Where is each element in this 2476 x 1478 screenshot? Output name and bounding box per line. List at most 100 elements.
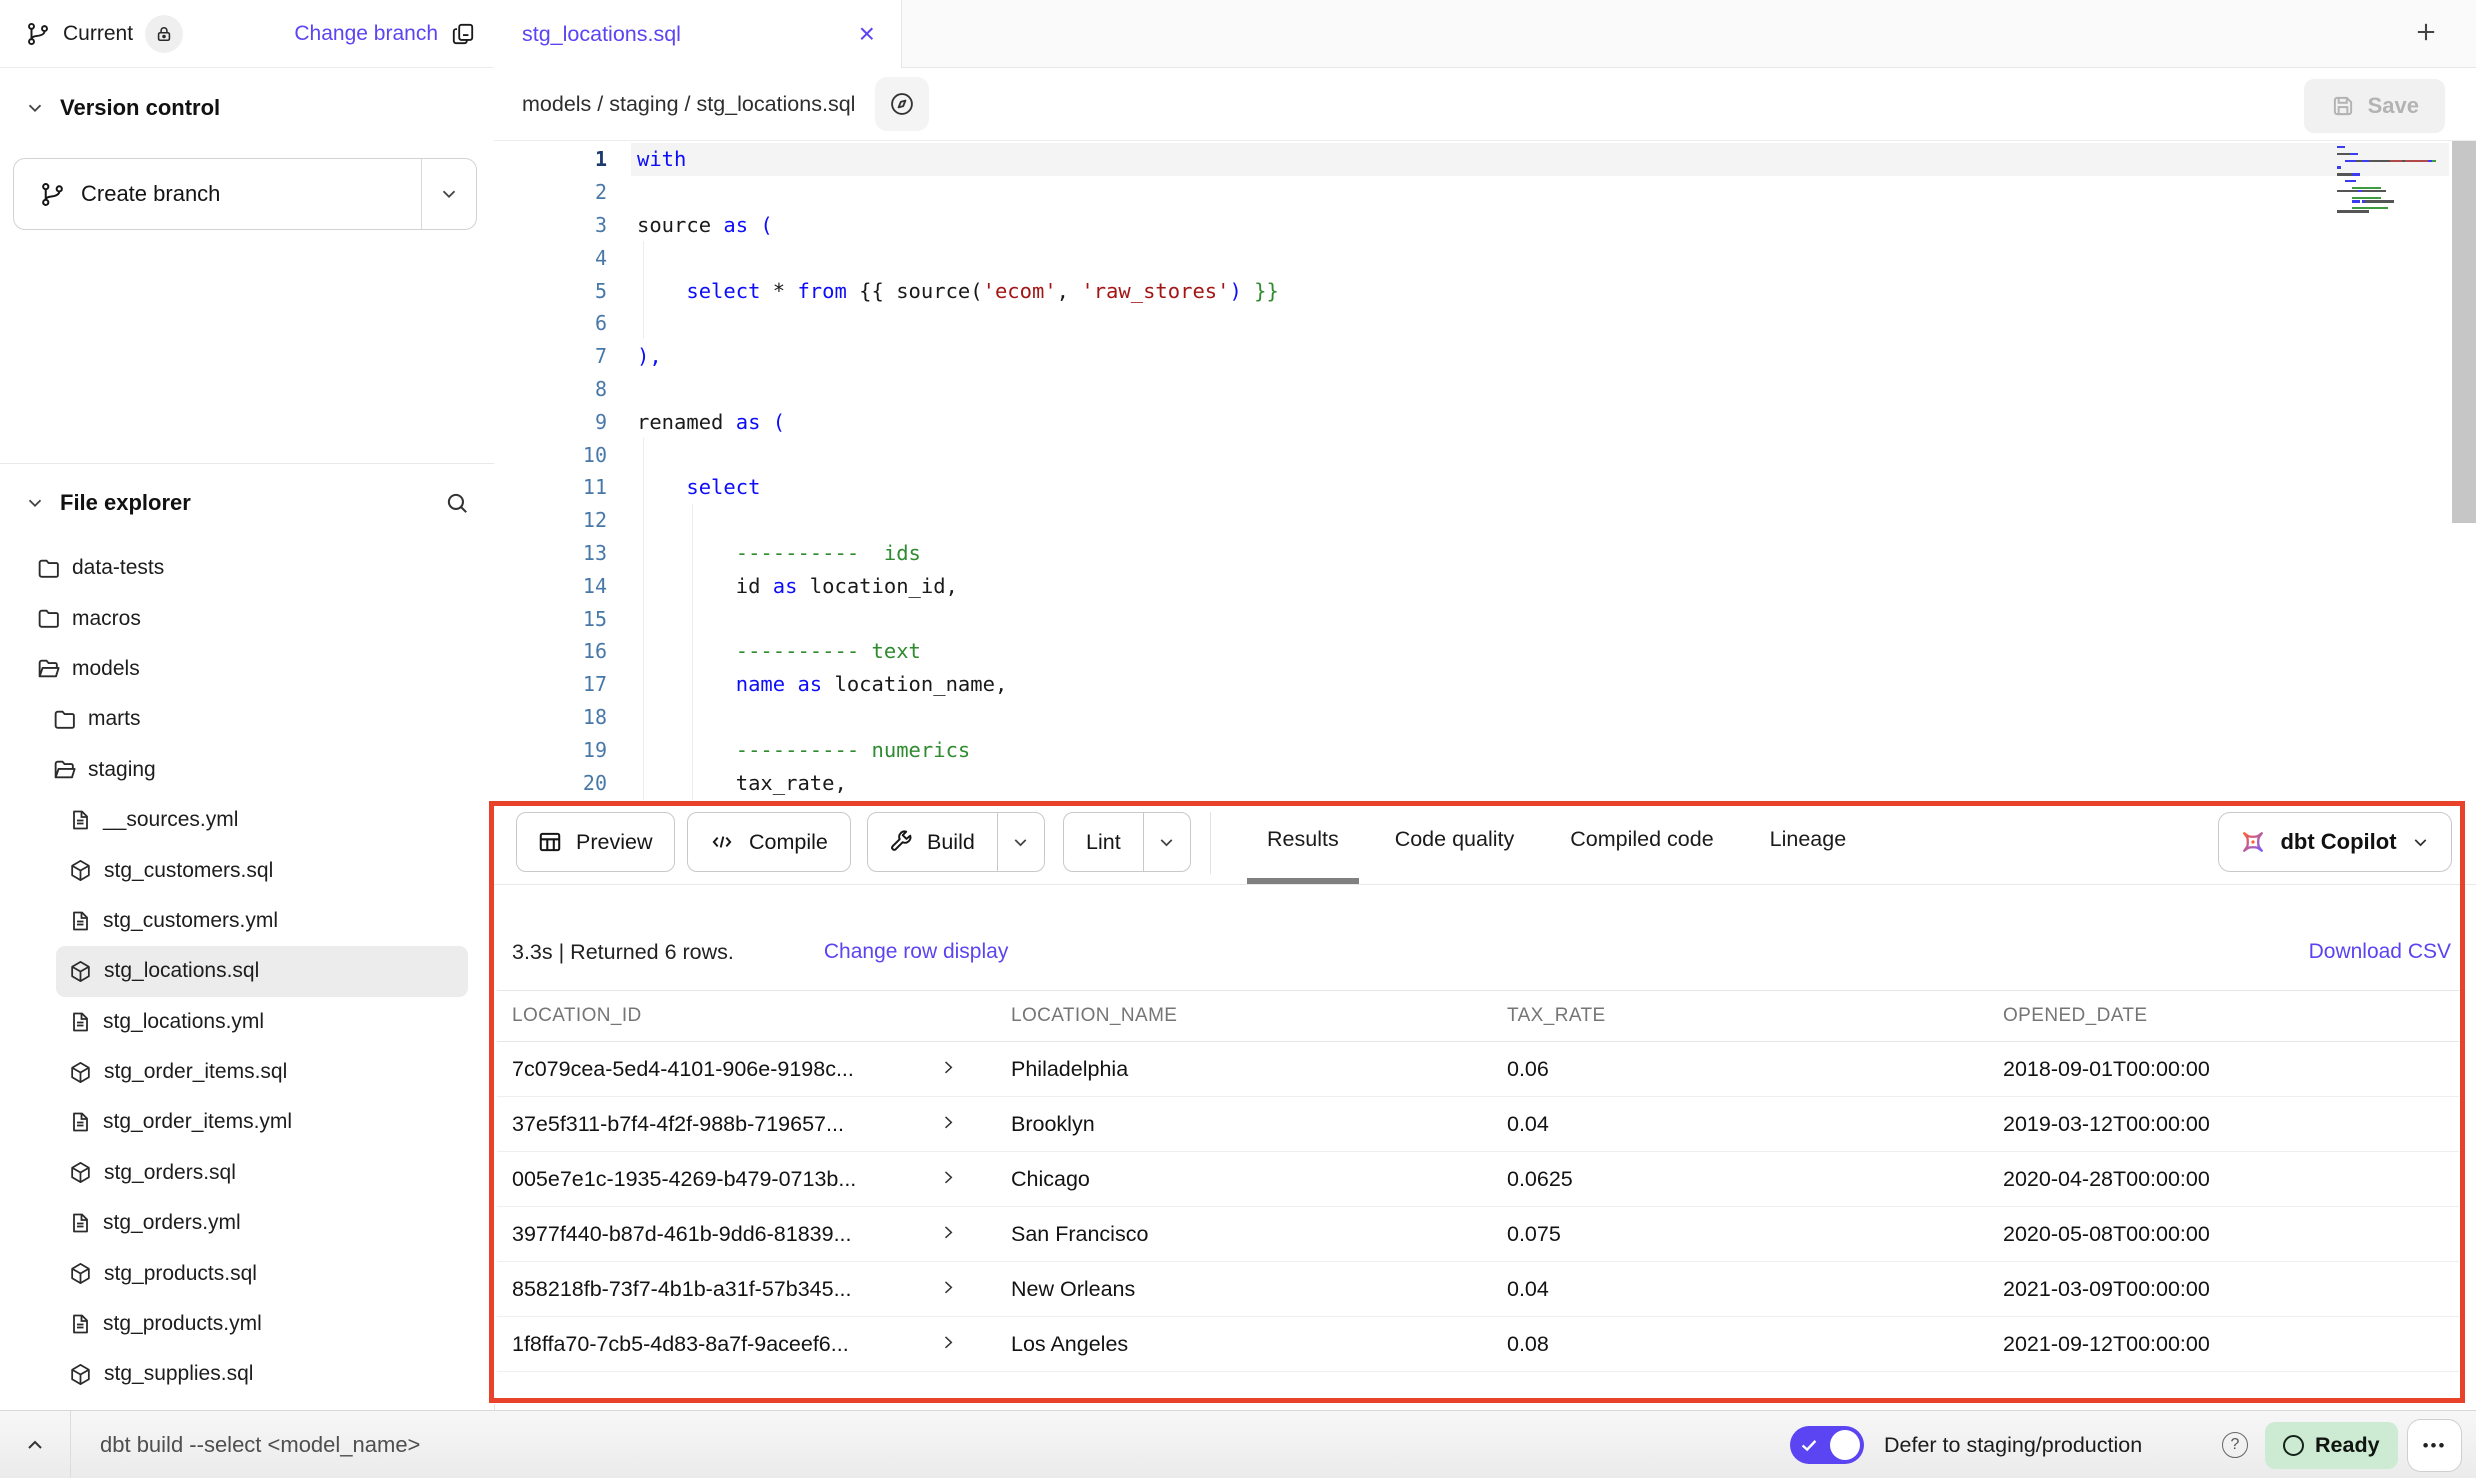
search-icon[interactable] [444,490,470,516]
table-cell: 7c079cea-5ed4-4101-906e-9198c... [497,1057,996,1082]
ready-status-button[interactable]: Ready [2265,1422,2398,1469]
compile-button[interactable]: Compile [687,812,851,872]
code-line-3[interactable]: 3source as ( [494,209,2449,242]
code-line-4[interactable]: 4 [494,241,2449,274]
model-icon [68,1160,93,1185]
row-expand-chevron-icon[interactable] [938,1222,958,1242]
code-line-15[interactable]: 15 [494,602,2449,635]
code-line-18[interactable]: 18 [494,701,2449,734]
panel-tab-results[interactable]: Results [1247,800,1359,884]
new-tab-button[interactable] [2412,18,2440,46]
more-options-button[interactable]: ••• [2407,1419,2462,1472]
line-number: 1 [494,147,607,171]
file-tree-item-label: stg_locations.sql [104,959,259,983]
preview-button[interactable]: Preview [516,812,675,872]
lint-menu-button[interactable] [1144,832,1190,853]
code-line-13[interactable]: 13 ---------- ids [494,537,2449,570]
table-cell: 2021-03-09T00:00:00 [1988,1277,2459,1302]
file-tree-item-stg-locations-yml[interactable]: stg_locations.yml [56,997,468,1047]
lineage-compass-button[interactable] [875,77,929,131]
command-input[interactable]: dbt build --select <model_name> [100,1411,420,1478]
file-tree-item-stg-orders-yml[interactable]: stg_orders.yml [56,1198,468,1248]
divider [1210,812,1211,874]
code-line-2[interactable]: 2 [494,176,2449,209]
file-tree-item-stg-customers-yml[interactable]: stg_customers.yml [56,896,468,946]
lint-button[interactable]: Lint [1063,812,1191,872]
file-icon [68,1110,92,1134]
collapse-panel-button[interactable] [0,1411,71,1478]
file-tree-item-models[interactable]: models [24,644,468,694]
file-tree-item-label: stg_supplies.sql [104,1362,253,1386]
row-expand-chevron-icon[interactable] [938,1277,958,1297]
file-tree-item-stg-customers-sql[interactable]: stg_customers.sql [56,845,468,895]
build-button[interactable]: Build [867,812,1045,872]
line-number: 4 [494,246,607,270]
code-line-19[interactable]: 19 ---------- numerics [494,733,2449,766]
row-expand-chevron-icon[interactable] [938,1332,958,1352]
code-line-16[interactable]: 16 ---------- text [494,635,2449,668]
file-tree-item-stg-locations-sql[interactable]: stg_locations.sql [56,946,468,996]
table-cell: 0.04 [1492,1112,1988,1137]
code-line-12[interactable]: 12 [494,504,2449,537]
create-branch-button[interactable]: Create branch [13,158,477,230]
row-expand-chevron-icon[interactable] [938,1112,958,1132]
file-explorer-header[interactable]: File explorer [0,463,494,541]
file-tree-item-stg-products-yml[interactable]: stg_products.yml [56,1299,468,1349]
panel-tab-code-quality[interactable]: Code quality [1375,800,1535,884]
file-tree-item-macros[interactable]: macros [24,593,468,643]
file-tree-item-stg-supplies-sql[interactable]: stg_supplies.sql [56,1349,468,1399]
close-icon[interactable]: × [855,20,879,48]
code-line-20[interactable]: 20 tax_rate, [494,766,2449,799]
results-panel: Preview Compile Build Lint Resul [494,800,2476,1404]
file-tree-item-stg-products-sql[interactable]: stg_products.sql [56,1248,468,1298]
git-branch-icon [25,21,51,47]
build-menu-button[interactable] [998,832,1044,853]
dbt-copilot-button[interactable]: dbt Copilot [2218,812,2452,872]
panel-tab-lineage[interactable]: Lineage [1750,800,1867,884]
table-cell: 0.08 [1492,1332,1988,1357]
version-control-header[interactable]: Version control [0,86,494,130]
code-line-9[interactable]: 9renamed as ( [494,405,2449,438]
row-expand-chevron-icon[interactable] [938,1057,958,1077]
code-text: ---------- numerics [637,738,970,762]
line-number: 12 [494,508,607,532]
defer-toggle[interactable] [1790,1426,1864,1464]
minimap[interactable] [2337,146,2449,214]
file-tree-item--sources-yml[interactable]: __sources.yml [56,795,468,845]
file-tree-item-label: stg_locations.yml [103,1010,264,1034]
change-row-display-link[interactable]: Change row display [824,940,1008,964]
change-branch-link[interactable]: Change branch [294,22,438,46]
code-line-8[interactable]: 8 [494,373,2449,406]
row-expand-chevron-icon[interactable] [938,1167,958,1187]
code-line-7[interactable]: 7), [494,340,2449,373]
help-icon[interactable]: ? [2222,1432,2248,1458]
code-line-11[interactable]: 11 select [494,471,2449,504]
code-line-14[interactable]: 14 id as location_id, [494,569,2449,602]
code-line-17[interactable]: 17 name as location_name, [494,668,2449,701]
code-line-10[interactable]: 10 [494,438,2449,471]
file-tree-item-stg-order-items-yml[interactable]: stg_order_items.yml [56,1097,468,1147]
code-editor[interactable]: 1with23source as ( 4 5 select * from {{ so… [494,141,2476,800]
version-control-title: Version control [60,95,220,121]
file-tree-item-data-tests[interactable]: data-tests [24,543,468,593]
code-line-5[interactable]: 5 select * from {{ source('ecom', 'raw_s… [494,274,2449,307]
line-number: 5 [494,279,607,303]
panel-tab-compiled-code[interactable]: Compiled code [1550,800,1733,884]
file-tree-item-stg-orders-sql[interactable]: stg_orders.sql [56,1148,468,1198]
create-branch-menu-button[interactable] [422,159,476,229]
tab-stg-locations-sql[interactable]: stg_locations.sql × [494,0,902,68]
download-csv-link[interactable]: Download CSV [2309,940,2451,964]
file-tree-item-marts[interactable]: marts [40,694,468,744]
editor-scrollbar[interactable] [2452,141,2476,523]
code-line-6[interactable]: 6 [494,307,2449,340]
file-tree-item-staging[interactable]: staging [40,745,468,795]
file-tree-item-label: marts [88,707,141,731]
table-cell: 2020-04-28T00:00:00 [1988,1167,2459,1192]
column-header-opened_date: OPENED_DATE [1988,1005,2459,1027]
lint-label: Lint [1086,830,1121,855]
file-tree-item-stg-order-items-sql[interactable]: stg_order_items.sql [56,1047,468,1097]
code-line-1[interactable]: 1with [494,143,2449,176]
save-button[interactable]: Save [2304,79,2445,133]
folder-icon [52,707,77,732]
copy-icon[interactable] [450,21,476,47]
